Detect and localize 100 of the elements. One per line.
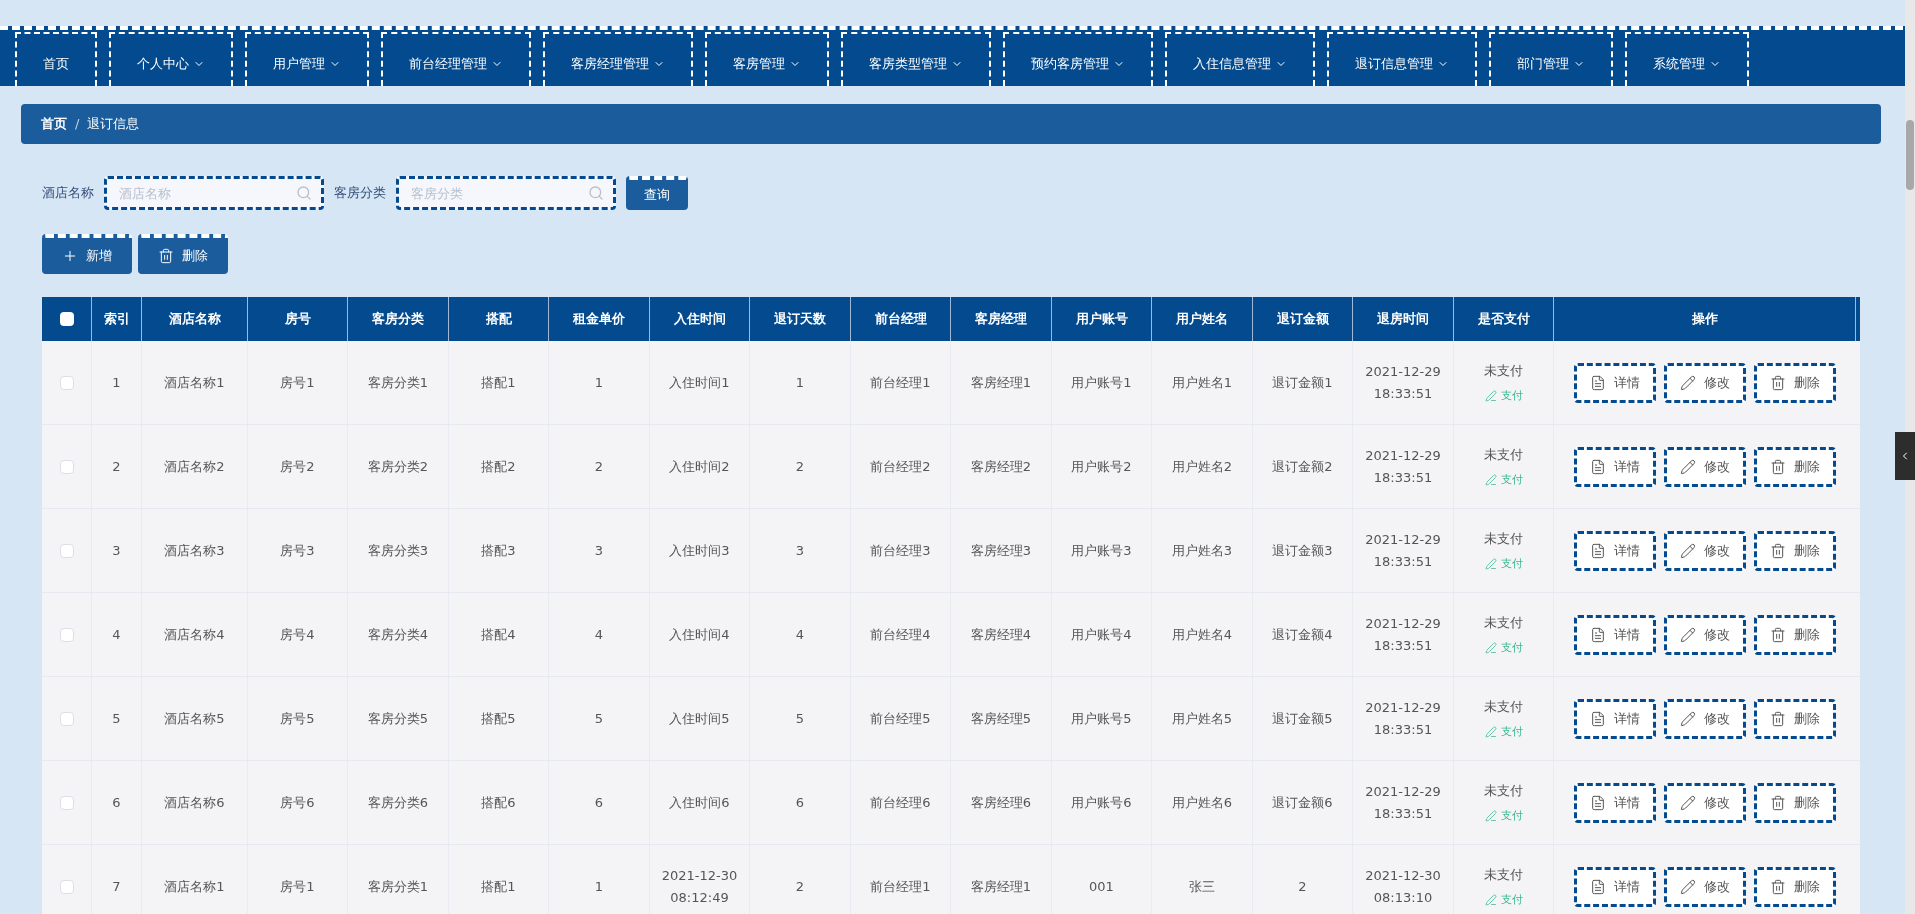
table-cell-text: 2021-12-29 18:33:51 <box>1364 614 1442 655</box>
table-cell-text: 用户姓名5 <box>1170 709 1234 728</box>
details-button[interactable]: 详情 <box>1574 614 1656 655</box>
edit-button[interactable]: 修改 <box>1664 698 1746 739</box>
delete-button[interactable]: 删除 <box>1754 530 1836 571</box>
delete-button[interactable]: 删除 <box>138 234 228 274</box>
row-checkbox[interactable] <box>59 795 74 810</box>
table-cell-text: 客房分类5 <box>366 709 430 728</box>
table-cell-text: 前台经理4 <box>869 625 932 644</box>
table-cell-text: 用户姓名3 <box>1170 541 1234 560</box>
table-cell-text: 房号2 <box>279 457 316 476</box>
details-button[interactable]: 详情 <box>1574 530 1656 571</box>
trash-icon <box>1770 374 1786 391</box>
edit-button[interactable]: 修改 <box>1664 782 1746 823</box>
add-button[interactable]: 新增 <box>42 234 132 274</box>
column-header: 退房时间 <box>1377 310 1429 329</box>
table-cell-text: 2021-12-29 18:33:51 <box>1364 530 1442 571</box>
row-checkbox[interactable] <box>59 459 74 474</box>
payment-status: 未支付 <box>1484 865 1523 884</box>
table-cell-text: 酒店名称1 <box>163 373 226 392</box>
table-cell-text: 搭配1 <box>480 877 517 896</box>
table-cell-text: 客房分类1 <box>366 373 430 392</box>
row-checkbox[interactable] <box>59 711 74 726</box>
details-button[interactable]: 详情 <box>1574 782 1656 823</box>
nav-tab[interactable]: 客房管理 <box>705 32 829 86</box>
row-checkbox[interactable] <box>59 543 74 558</box>
pen-icon <box>1484 810 1497 823</box>
table-cell-text: 客房分类6 <box>366 793 430 812</box>
trash-icon <box>1770 458 1786 475</box>
details-button[interactable]: 详情 <box>1574 362 1656 403</box>
column-header: 租金单价 <box>573 310 625 329</box>
table-cell-text: 用户姓名1 <box>1170 373 1234 392</box>
details-button[interactable]: 详情 <box>1574 446 1656 487</box>
edit-button[interactable]: 修改 <box>1664 866 1746 907</box>
nav-tab[interactable]: 入住信息管理 <box>1165 32 1315 86</box>
table-cell-text: 2 <box>111 457 122 476</box>
column-header: 酒店名称 <box>168 310 221 329</box>
delete-button[interactable]: 删除 <box>1754 698 1836 739</box>
table-cell-text: 退订金额3 <box>1271 541 1334 560</box>
column-header: 索引 <box>103 310 130 329</box>
scrollbar[interactable] <box>1905 0 1915 914</box>
row-checkbox[interactable] <box>59 879 74 894</box>
edit-button[interactable]: 修改 <box>1664 362 1746 403</box>
nav-tab[interactable]: 首页 <box>15 32 97 86</box>
nav-tab[interactable]: 部门管理 <box>1489 32 1613 86</box>
table-cell-text: 客房分类3 <box>366 541 430 560</box>
table-cell-text: 3 <box>593 541 605 560</box>
breadcrumb-separator: / <box>75 115 80 134</box>
table-cell-text: 客房分类2 <box>366 457 430 476</box>
details-button[interactable]: 详情 <box>1574 866 1656 907</box>
nav-tab[interactable]: 退订信息管理 <box>1327 32 1477 86</box>
nav-tab[interactable]: 系统管理 <box>1625 32 1749 86</box>
column-header: 前台经理 <box>874 310 927 329</box>
pen-icon <box>1484 894 1497 907</box>
payment-status: 未支付 <box>1484 613 1523 632</box>
table-cell-text: 客房经理2 <box>969 457 1033 476</box>
row-checkbox[interactable] <box>59 375 74 390</box>
search-field[interactable]: 客房分类 <box>396 176 616 210</box>
table-cell-text: 2 <box>1297 877 1308 896</box>
delete-button[interactable]: 删除 <box>1754 782 1836 823</box>
nav-tab[interactable]: 客房类型管理 <box>841 32 991 86</box>
delete-button[interactable]: 删除 <box>1754 614 1836 655</box>
payment-status: 未支付 <box>1484 697 1523 716</box>
details-button[interactable]: 详情 <box>1574 698 1656 739</box>
table-cell-text: 房号6 <box>279 793 316 812</box>
table-cell-text: 房号5 <box>279 709 316 728</box>
trash-icon <box>1770 626 1786 643</box>
edit-button[interactable]: 修改 <box>1664 446 1746 487</box>
column-header: 操作 <box>1691 310 1718 329</box>
table-cell-text: 2021-12-29 18:33:51 <box>1364 782 1442 823</box>
table-cell-text: 客房经理1 <box>969 877 1033 896</box>
breadcrumb-item[interactable]: 首页 <box>41 114 67 134</box>
table-cell-text: 房号3 <box>279 541 316 560</box>
edit-button[interactable]: 修改 <box>1664 614 1746 655</box>
table-cell-text: 5 <box>593 709 605 728</box>
nav-tab[interactable]: 预约客房管理 <box>1003 32 1153 86</box>
side-panel-toggle[interactable] <box>1895 432 1915 480</box>
table-cell-text: 搭配3 <box>480 541 517 560</box>
nav-tab[interactable]: 前台经理管理 <box>381 32 531 86</box>
row-checkbox[interactable] <box>59 627 74 642</box>
select-all-checkbox[interactable] <box>59 312 74 326</box>
table-cell-text: 2021-12-30 08:13:10 <box>1364 866 1442 907</box>
table-cell-text: 搭配2 <box>480 457 517 476</box>
pencil-icon <box>1680 710 1696 727</box>
delete-button[interactable]: 删除 <box>1754 866 1836 907</box>
table-cell-text: 用户账号3 <box>1070 541 1133 560</box>
table-cell-text: 退订金额4 <box>1271 625 1334 644</box>
search-field[interactable]: 酒店名称 <box>104 176 324 210</box>
delete-button[interactable]: 删除 <box>1754 446 1836 487</box>
query-button[interactable]: 查询 <box>626 176 688 210</box>
table-cell-text: 房号1 <box>279 877 316 896</box>
edit-button[interactable]: 修改 <box>1664 530 1746 571</box>
table-cell-text: 1 <box>111 373 122 392</box>
delete-button[interactable]: 删除 <box>1754 362 1836 403</box>
breadcrumb-item: 退订信息 <box>87 115 140 134</box>
payment-status: 未支付 <box>1484 529 1523 548</box>
nav-tab[interactable]: 个人中心 <box>109 32 233 86</box>
nav-tab[interactable]: 用户管理 <box>245 32 369 86</box>
document-icon <box>1590 626 1606 643</box>
nav-tab[interactable]: 客房经理管理 <box>543 32 693 86</box>
